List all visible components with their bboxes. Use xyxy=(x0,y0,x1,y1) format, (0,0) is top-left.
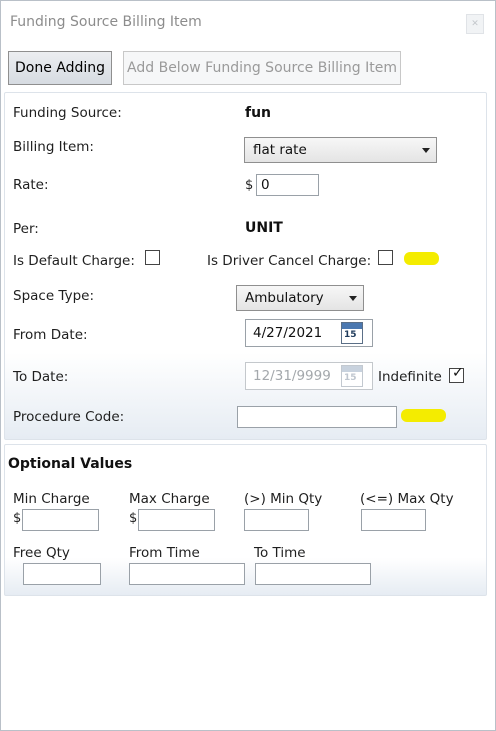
funding-source-label: Funding Source: xyxy=(13,105,122,121)
free-qty-input[interactable] xyxy=(23,563,101,585)
space-type-select[interactable]: Ambulatory xyxy=(236,285,364,311)
min-charge-currency: $ xyxy=(13,511,22,526)
default-charge-label: Is Default Charge: xyxy=(13,253,135,269)
procedure-code-input[interactable] xyxy=(237,406,397,428)
chevron-down-icon xyxy=(349,296,357,301)
indefinite-checkbox[interactable]: ✓ xyxy=(449,365,464,383)
yellow-highlight-mark xyxy=(401,409,446,422)
calendar-icon-disabled: 15 xyxy=(341,365,363,387)
min-qty-input[interactable] xyxy=(244,509,309,531)
done-adding-button[interactable]: Done Adding xyxy=(8,51,112,85)
billing-item-select[interactable]: flat rate xyxy=(244,137,437,163)
driver-cancel-label: Is Driver Cancel Charge: xyxy=(207,253,372,269)
max-charge-label: Max Charge xyxy=(129,491,210,507)
max-charge-input[interactable] xyxy=(138,509,215,531)
indefinite-label: Indefinite xyxy=(378,369,442,385)
calendar-day: 15 xyxy=(344,373,357,383)
min-charge-input[interactable] xyxy=(22,509,99,531)
calendar-header xyxy=(342,366,362,372)
to-time-label: To Time xyxy=(254,545,306,561)
funding-source-value: fun xyxy=(245,105,272,121)
billing-item-label: Billing Item: xyxy=(13,139,94,155)
driver-cancel-checkbox[interactable] xyxy=(378,250,393,265)
chevron-down-icon xyxy=(422,148,430,153)
per-label: Per: xyxy=(13,221,39,237)
title-bar: Funding Source Billing Item ✕ xyxy=(1,1,495,41)
to-time-input[interactable] xyxy=(255,563,371,585)
from-time-input[interactable] xyxy=(129,563,245,585)
per-value: UNIT xyxy=(245,220,283,236)
min-charge-label: Min Charge xyxy=(13,491,90,507)
rate-label: Rate: xyxy=(13,177,49,193)
window-title: Funding Source Billing Item xyxy=(10,14,202,30)
billing-item-value: flat rate xyxy=(253,142,307,158)
from-date-label: From Date: xyxy=(13,327,88,343)
to-date-label: To Date: xyxy=(13,369,69,385)
space-type-value: Ambulatory xyxy=(245,290,324,306)
rate-input[interactable]: 0 xyxy=(256,174,319,196)
optional-values-title: Optional Values xyxy=(8,456,133,472)
checkmark-icon: ✓ xyxy=(452,365,464,381)
max-qty-label: (<=) Max Qty xyxy=(360,491,454,507)
max-qty-input[interactable] xyxy=(361,509,426,531)
rate-currency: $ xyxy=(245,178,254,193)
add-below-button[interactable]: Add Below Funding Source Billing Item xyxy=(123,51,401,85)
yellow-highlight-mark xyxy=(404,252,439,265)
procedure-code-label: Procedure Code: xyxy=(13,409,125,425)
max-charge-currency: $ xyxy=(129,511,138,526)
close-icon[interactable]: ✕ xyxy=(466,14,484,34)
calendar-header xyxy=(342,323,362,329)
space-type-label: Space Type: xyxy=(13,288,94,304)
billing-item-window: Funding Source Billing Item ✕ Done Addin… xyxy=(0,0,496,731)
free-qty-label: Free Qty xyxy=(13,545,70,561)
from-time-label: From Time xyxy=(129,545,200,561)
min-qty-label: (>) Min Qty xyxy=(244,491,323,507)
calendar-day: 15 xyxy=(344,330,357,340)
calendar-icon[interactable]: 15 xyxy=(341,322,363,344)
default-charge-checkbox[interactable] xyxy=(145,250,160,265)
